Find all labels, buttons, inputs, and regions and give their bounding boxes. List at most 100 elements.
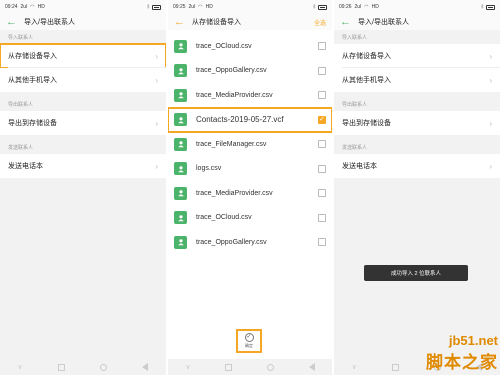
screen-import-from-storage: 09:25 2ul ◠ HD ᛒ ← 从存储设备导入 全选 trace_OClo…: [168, 0, 332, 375]
nav-bar: ∨: [334, 359, 500, 375]
checkbox[interactable]: [318, 66, 326, 75]
status-network: HD: [37, 4, 45, 10]
status-signal: 2ul: [188, 4, 196, 10]
file-row[interactable]: trace_MediaProvider.csv: [168, 181, 332, 206]
nav-bar: ∨: [168, 359, 332, 375]
item-label: 发送电话本: [8, 163, 43, 170]
checkbox-checked[interactable]: ✓: [318, 115, 326, 124]
file-row[interactable]: trace_OppoGallery.csv: [168, 230, 332, 255]
screen-import-export-result: 09:26 2ul ◠ HD ᛒ ← 导入/导出联系人 导入联系人 从存储设备导…: [334, 0, 500, 375]
nav-hide-icon[interactable]: ∨: [185, 363, 190, 371]
item-label: 导出到存储设备: [8, 120, 57, 127]
status-network: HD: [205, 4, 213, 10]
send-phonebook-item[interactable]: 发送电话本 ›: [334, 154, 500, 178]
checkbox[interactable]: [318, 238, 326, 247]
nav-hide-icon[interactable]: ∨: [18, 363, 23, 371]
import-success-toast: 成功导入 2 位联系人: [364, 265, 468, 281]
file-name: trace_MediaProvider.csv: [196, 91, 273, 99]
checkbox[interactable]: [318, 189, 326, 198]
file-name: trace_OCloud.csv: [196, 214, 252, 222]
checkbox[interactable]: [318, 91, 326, 100]
file-row[interactable]: trace_MediaProvider.csv: [168, 83, 332, 108]
nav-home-icon[interactable]: [266, 363, 274, 371]
status-signal: 2ul: [354, 4, 362, 10]
import-from-storage-item[interactable]: 从存储设备导入 ›: [0, 43, 166, 69]
wifi-icon: ◠: [30, 4, 35, 10]
file-name: trace_MediaProvider.csv: [196, 189, 273, 197]
status-time: 09:24: [5, 4, 18, 10]
send-phonebook-item[interactable]: 发送电话本 ›: [0, 154, 166, 178]
nav-recents-icon[interactable]: [391, 363, 399, 371]
export-to-storage-item[interactable]: 导出到存储设备 ›: [0, 111, 166, 135]
back-arrow-icon[interactable]: ←: [174, 16, 185, 28]
item-label: 从其他手机导入: [342, 77, 391, 84]
file-row[interactable]: trace_OCloud.csv: [168, 34, 332, 59]
file-row[interactable]: trace_OCloud.csv: [168, 206, 332, 231]
file-name: trace_OCloud.csv: [196, 42, 252, 50]
checkbox[interactable]: [318, 213, 326, 222]
export-to-storage-item[interactable]: 导出到存储设备 ›: [334, 111, 500, 135]
file-name: logs.csv: [196, 165, 222, 173]
section-label-import: 导入联系人: [342, 35, 368, 41]
select-all-button[interactable]: 全选: [314, 18, 326, 27]
file-row[interactable]: trace_OppoGallery.csv: [168, 59, 332, 84]
contact-card-icon: [174, 235, 187, 249]
file-row[interactable]: Contacts-2019-05-27.vcf ✓: [168, 106, 332, 133]
import-from-other-phone-item[interactable]: 从其他手机导入 ›: [334, 68, 500, 92]
file-row[interactable]: logs.csv: [168, 157, 332, 182]
wifi-icon: ◠: [364, 4, 369, 10]
status-bar: 09:26 2ul ◠ HD ᛒ: [334, 0, 500, 14]
status-time: 09:26: [339, 4, 352, 10]
bluetooth-icon: ᛒ: [480, 4, 484, 10]
nav-recents-icon[interactable]: [57, 363, 65, 371]
checkbox[interactable]: [318, 164, 326, 173]
confirm-button[interactable]: ✓ 确定: [236, 329, 262, 353]
checkbox[interactable]: [318, 42, 326, 51]
section-label-send: 发送联系人: [342, 145, 368, 151]
status-time: 09:25: [173, 4, 186, 10]
item-label: 导出到存储设备: [342, 120, 391, 127]
contact-card-icon: [174, 64, 187, 78]
wifi-icon: ◠: [198, 4, 203, 10]
chevron-right-icon: ›: [155, 51, 158, 61]
import-from-other-phone-item[interactable]: 从其他手机导入 ›: [0, 68, 166, 92]
nav-home-icon[interactable]: [100, 363, 108, 371]
screen-import-export: 09:24 2ul ◠ HD ᛒ ← 导入/导出联系人 导入联系人 从存储设备导…: [0, 0, 166, 375]
confirm-label: 确定: [245, 343, 253, 348]
contact-card-icon: [174, 211, 187, 225]
page-title: 导入/导出联系人: [358, 19, 409, 26]
chevron-right-icon: ›: [489, 161, 492, 171]
contact-card-icon: [174, 88, 187, 102]
contact-card-icon: [174, 39, 187, 53]
file-name: trace_FileManager.csv: [196, 140, 267, 148]
checkbox[interactable]: [318, 140, 326, 149]
chevron-right-icon: ›: [489, 51, 492, 61]
file-name: trace_OppoGallery.csv: [196, 238, 267, 246]
status-bar: 09:25 2ul ◠ HD ᛒ: [168, 0, 332, 14]
chevron-right-icon: ›: [489, 75, 492, 85]
nav-recents-icon[interactable]: [225, 363, 233, 371]
nav-bar: ∨: [0, 359, 166, 375]
nav-back-icon[interactable]: [476, 363, 483, 371]
page-title: 导入/导出联系人: [24, 19, 75, 26]
back-arrow-icon[interactable]: ←: [340, 16, 351, 28]
chevron-right-icon: ›: [155, 75, 158, 85]
contact-card-icon: [174, 186, 187, 200]
nav-back-icon[interactable]: [142, 363, 149, 371]
section-label-export: 导出联系人: [342, 102, 368, 108]
status-signal: 2ul: [20, 4, 28, 10]
import-from-storage-item[interactable]: 从存储设备导入 ›: [334, 44, 500, 68]
contact-card-icon: [174, 137, 187, 151]
back-arrow-icon[interactable]: ←: [6, 16, 17, 28]
battery-icon: [318, 4, 327, 10]
page-title: 从存储设备导入: [192, 19, 241, 26]
contact-card-icon: [174, 162, 187, 176]
nav-back-icon[interactable]: [308, 363, 315, 371]
title-bar: ← 导入/导出联系人: [0, 14, 166, 30]
item-label: 从其他手机导入: [8, 77, 57, 84]
bluetooth-icon: ᛒ: [146, 4, 150, 10]
nav-hide-icon[interactable]: ∨: [352, 363, 357, 371]
file-row[interactable]: trace_FileManager.csv: [168, 132, 332, 157]
file-name: Contacts-2019-05-27.vcf: [196, 115, 284, 125]
nav-home-icon[interactable]: [434, 363, 442, 371]
